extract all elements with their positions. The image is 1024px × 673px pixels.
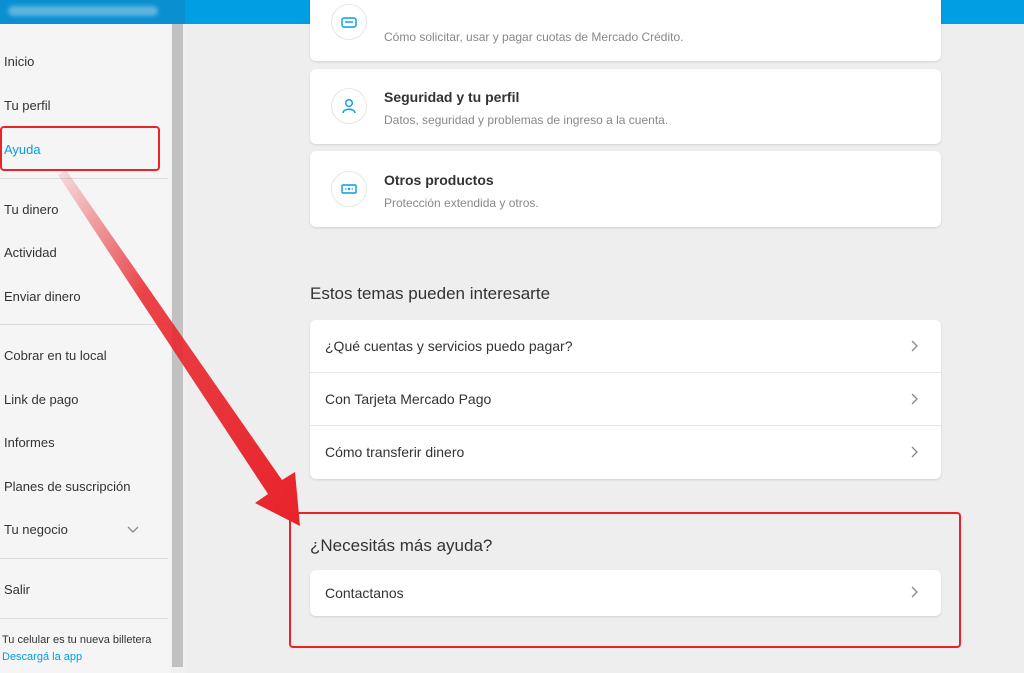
sidebar-item-informes[interactable]: Informes xyxy=(4,435,55,450)
sidebar-divider xyxy=(0,324,168,325)
topic-item[interactable]: Con Tarjeta Mercado Pago xyxy=(310,373,941,426)
card-description: Datos, seguridad y problemas de ingreso … xyxy=(384,113,669,127)
help-card-otros-productos[interactable]: Otros productos Protección extendida y o… xyxy=(310,151,941,227)
sidebar-item-tu-negocio[interactable]: Tu negocio xyxy=(4,522,68,537)
sidebar-item-inicio[interactable]: Inicio xyxy=(4,54,34,69)
topic-item[interactable]: ¿Qué cuentas y servicios puedo pagar? xyxy=(310,320,941,373)
topics-title: Estos temas pueden interesarte xyxy=(310,284,551,303)
card-title: Seguridad y tu perfil xyxy=(384,89,520,105)
topic-item-label: Cómo transferir dinero xyxy=(325,444,465,460)
sidebar-item-cobrar-local[interactable]: Cobrar en tu local xyxy=(4,348,107,363)
chevron-right-icon xyxy=(911,446,918,458)
sidebar-item-salir[interactable]: Salir xyxy=(4,582,30,597)
scrollbar-thumb[interactable] xyxy=(172,24,183,667)
download-app-link[interactable]: Descargá la app xyxy=(2,651,82,663)
sidebar-item-link-de-pago[interactable]: Link de pago xyxy=(4,392,78,407)
chevron-down-icon[interactable] xyxy=(126,522,140,536)
sidebar-item-actividad[interactable]: Actividad xyxy=(4,245,57,260)
topic-item-label: ¿Qué cuentas y servicios puedo pagar? xyxy=(325,338,573,354)
annotation-highlight-ayuda xyxy=(0,126,160,171)
help-card-mercado-credito[interactable]: Cómo solicitar, usar y pagar cuotas de M… xyxy=(310,0,941,61)
credit-icon xyxy=(331,4,367,40)
account-name-blurred xyxy=(0,0,185,24)
topic-item-label: Con Tarjeta Mercado Pago xyxy=(325,391,492,407)
app-promo-text: Tu celular es tu nueva billetera xyxy=(2,634,152,646)
topic-item[interactable]: Cómo transferir dinero xyxy=(310,426,941,479)
sidebar-divider xyxy=(0,178,168,179)
sidebar-divider xyxy=(0,618,168,619)
card-description: Cómo solicitar, usar y pagar cuotas de M… xyxy=(384,30,684,44)
user-icon xyxy=(331,88,367,124)
chevron-right-icon xyxy=(911,393,918,405)
ticket-icon xyxy=(331,171,367,207)
sidebar-item-tu-dinero[interactable]: Tu dinero xyxy=(4,202,58,217)
sidebar-divider xyxy=(0,558,168,559)
sidebar-item-planes-suscripcion[interactable]: Planes de suscripción xyxy=(4,479,130,494)
card-title: Otros productos xyxy=(384,172,494,188)
annotation-highlight-help xyxy=(289,512,961,648)
topics-list: ¿Qué cuentas y servicios puedo pagar? Co… xyxy=(310,320,941,479)
card-description: Protección extendida y otros. xyxy=(384,196,539,210)
sidebar-item-enviar-dinero[interactable]: Enviar dinero xyxy=(4,289,81,304)
sidebar: Inicio Tu perfil Ayuda Tu dinero Activid… xyxy=(0,24,171,673)
chevron-right-icon xyxy=(911,340,918,352)
sidebar-item-tu-perfil[interactable]: Tu perfil xyxy=(4,98,50,113)
help-card-seguridad[interactable]: Seguridad y tu perfil Datos, seguridad y… xyxy=(310,69,941,144)
